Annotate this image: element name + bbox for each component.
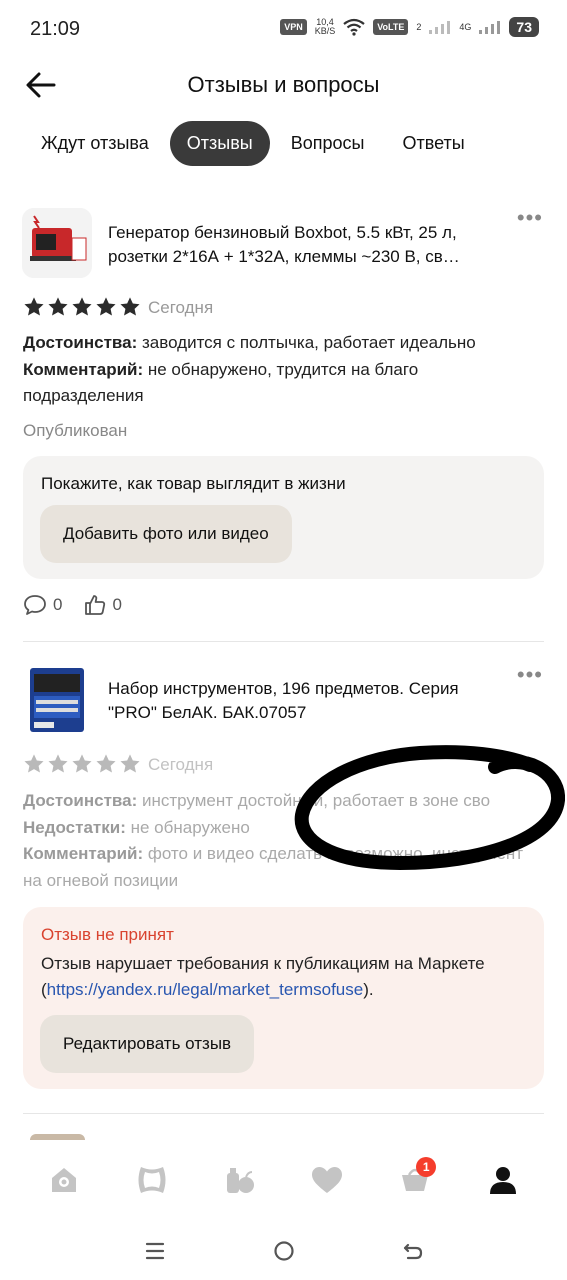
star-icon — [48, 754, 68, 773]
vpn-badge: VPN — [280, 19, 307, 35]
nav-home[interactable] — [39, 1155, 89, 1205]
rejection-title: Отзыв не принят — [41, 925, 174, 944]
comment-label: Комментарий: — [23, 844, 144, 863]
cons-label: Недостатки: — [23, 817, 126, 837]
add-photo-panel: Покажите, как товар выглядит в жизни Доб… — [23, 456, 544, 579]
generator-image — [22, 208, 92, 278]
pros-label: Достоинства: — [23, 791, 138, 810]
review-date: Сегодня — [148, 755, 214, 774]
tab-reviews[interactable]: Отзывы — [169, 121, 270, 166]
back-system-button[interactable] — [393, 1231, 433, 1271]
more-options-button[interactable]: ••• — [517, 662, 543, 688]
nav-favorites[interactable] — [302, 1155, 352, 1205]
profile-icon — [490, 1167, 517, 1194]
nav-profile[interactable] — [478, 1155, 528, 1205]
review-body: Достоинства: инструмент достойный, работ… — [23, 788, 543, 894]
product-image[interactable] — [22, 208, 92, 278]
volte-badge: VoLTE — [373, 19, 409, 35]
status-time: 21:09 — [30, 18, 81, 40]
product-title[interactable]: Генератор бензиновый Boxbot, 5.5 кВт, 25… — [108, 221, 508, 269]
review-body: Достоинства: заводится с полтычка, работ… — [23, 330, 543, 410]
comment-label: Комментарий: — [23, 359, 144, 379]
signal-icon — [479, 21, 501, 34]
network-type: 4G — [459, 22, 472, 32]
menu-icon — [145, 1242, 164, 1260]
recent-apps-button[interactable] — [135, 1231, 175, 1271]
header: Отзывы и вопросы — [0, 60, 567, 110]
system-navigation — [0, 1222, 567, 1280]
star-icon — [72, 297, 92, 316]
pros-label: Достоинства: — [23, 333, 138, 352]
star-icon — [24, 754, 44, 773]
star-icon — [48, 297, 68, 316]
star-icon — [24, 297, 44, 316]
likes-count: 0 — [112, 595, 122, 614]
catalog-icon — [138, 1167, 166, 1193]
review-comment: Комментарий: фото и видео сделать невозм… — [23, 841, 543, 894]
tab-questions[interactable]: Вопросы — [274, 121, 382, 166]
reactions: 0 0 — [23, 594, 136, 616]
home-button[interactable] — [264, 1231, 304, 1271]
edit-review-button[interactable]: Редактировать отзыв — [40, 1015, 255, 1073]
comments-button[interactable]: 0 — [23, 594, 62, 616]
star-icon — [120, 754, 140, 773]
thumbs-up-icon — [85, 595, 106, 615]
wifi-icon — [343, 18, 365, 36]
rating-stars — [23, 753, 141, 775]
tab-answers[interactable]: Ответы — [385, 121, 481, 166]
sim-number: 2 — [416, 22, 422, 32]
heart-icon — [312, 1167, 343, 1193]
review-date: Сегодня — [148, 298, 214, 317]
like-button[interactable]: 0 — [84, 594, 122, 616]
nav-catalog[interactable] — [127, 1155, 177, 1205]
grocery-icon — [226, 1168, 254, 1193]
status-bar: 21:09 VPN 10,4 KB/S VoLTE 2 4G 73 — [0, 0, 567, 60]
battery-level: 73 — [509, 17, 539, 37]
pros-text: инструмент достойный, работает в зоне св… — [137, 791, 491, 810]
star-icon — [96, 297, 116, 316]
review-cons: Недостатки: не обнаружено — [23, 815, 543, 842]
product-title[interactable]: Набор инструментов, 196 предметов. Серия… — [108, 677, 508, 725]
product-image[interactable] — [22, 664, 92, 734]
review-pros: Достоинства: инструмент достойный, работ… — [23, 788, 543, 815]
nav-grocery[interactable] — [215, 1155, 265, 1205]
review-pros: Достоинства: заводится с полтычка, работ… — [23, 330, 543, 357]
rating-stars — [23, 296, 141, 318]
toolset-image — [22, 664, 92, 734]
status-published: Опубликован — [23, 421, 128, 440]
cons-text: не обнаружено — [125, 817, 250, 837]
tab-awaiting-review[interactable]: Ждут отзыва — [24, 121, 166, 166]
rejection-panel: Отзыв не принят Отзыв нарушает требовани… — [23, 907, 544, 1089]
nav-cart[interactable]: 1 — [390, 1155, 440, 1205]
circle-icon — [273, 1241, 294, 1261]
terms-link[interactable]: https://yandex.ru/legal/market_termsofus… — [47, 980, 364, 999]
comments-count: 0 — [53, 595, 63, 614]
add-photo-button[interactable]: Добавить фото или видео — [40, 505, 292, 563]
comment-icon — [24, 595, 46, 615]
signal-weak-icon — [429, 21, 451, 34]
network-speed-unit: KB/S — [314, 26, 336, 36]
home-icon — [51, 1168, 76, 1192]
rejection-text-after: ). — [363, 980, 374, 999]
network-speed: 10,4 KB/S — [315, 18, 336, 36]
review-comment: Комментарий: не обнаружено, трудится на … — [23, 357, 543, 410]
more-options-button[interactable]: ••• — [517, 205, 543, 231]
pros-text: заводится с полтычка, работает идеально — [137, 333, 476, 352]
page-title: Отзывы и вопросы — [187, 72, 380, 97]
star-icon — [120, 297, 140, 316]
star-icon — [72, 754, 92, 773]
bottom-navigation: 1 — [0, 1140, 567, 1220]
status-icons: VPN 10,4 KB/S VoLTE 2 4G 73 — [280, 17, 539, 37]
star-icon — [96, 754, 116, 773]
divider — [23, 641, 544, 642]
tabs: Ждут отзыва Отзывы Вопросы Ответы — [24, 121, 486, 166]
cart-badge: 1 — [416, 1157, 437, 1177]
back-icon — [403, 1243, 422, 1260]
add-photo-prompt: Покажите, как товар выглядит в жизни — [41, 474, 346, 493]
divider — [23, 1113, 544, 1114]
rejection-text: Отзыв нарушает требования к публикациям … — [41, 951, 531, 1003]
